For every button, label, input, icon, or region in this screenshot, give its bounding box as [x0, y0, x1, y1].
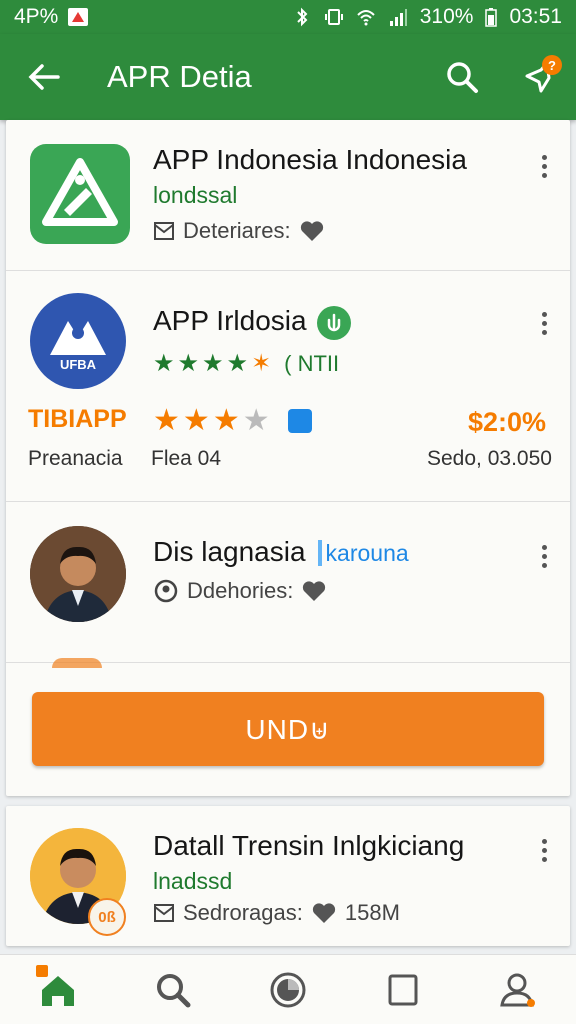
- nav-profile[interactable]: [461, 955, 576, 1024]
- mail-icon: [154, 904, 174, 922]
- item-title-text: APP Irldosia: [153, 305, 307, 336]
- item-title: APP Indonesia Indonesia: [153, 144, 467, 175]
- person-photo-icon: [30, 526, 126, 622]
- rating-stars: ★ ★ ★ ★ ✶ ( NTII: [153, 349, 339, 378]
- app-icon: [30, 144, 130, 244]
- arrow-left-icon: [28, 64, 60, 90]
- search-icon: [447, 62, 478, 93]
- item-subtitle: lnadssd: [153, 868, 233, 894]
- star-icon: ★: [153, 350, 175, 377]
- right-caption: Sedo, 03.050: [427, 447, 552, 470]
- price-label: $2:0%: [468, 407, 547, 437]
- back-button[interactable]: [14, 47, 74, 107]
- item-subtitle: londssal: [153, 182, 238, 208]
- brand-label: TIBIAPP: [28, 405, 127, 433]
- list-item[interactable]: Dis lagnasia karouna Ddehories:: [6, 502, 570, 662]
- search-button[interactable]: [432, 47, 492, 107]
- item-meta-label: Ddehories:: [187, 578, 294, 603]
- star-icon: ★: [212, 404, 240, 437]
- nav-activity[interactable]: [230, 955, 345, 1024]
- list-item[interactable]: UFBA APP Irldosia ★ ★ ★ ★ ✶ ( NTII TIBIA…: [6, 271, 570, 501]
- more-options-button[interactable]: [529, 303, 559, 343]
- list-item[interactable]: APP Indonesia Indonesia londssal Deteria…: [6, 120, 570, 270]
- half-star-icon: ✶: [251, 350, 272, 377]
- mid-caption: Flea 04: [151, 447, 222, 470]
- bottom-navigation: [0, 954, 576, 1024]
- partial-thumbnail: [52, 658, 102, 668]
- square-icon: [388, 974, 418, 1005]
- item-meta: Ddehories:: [153, 578, 327, 604]
- item-meta-label: Deteriares:: [183, 218, 291, 243]
- profile-icon: [500, 973, 536, 1007]
- star-icon: ★: [226, 350, 249, 377]
- left-caption: Preanacia: [28, 447, 123, 470]
- item-meta-label: Sedroragas:: [183, 900, 303, 925]
- nav-home[interactable]: [0, 955, 115, 1024]
- nav-search[interactable]: [115, 955, 230, 1024]
- warning-triangle-icon: [42, 158, 118, 226]
- app-logo: UFBA: [30, 293, 126, 389]
- nav-home-badge: [36, 965, 48, 977]
- vibrate-icon: [324, 9, 343, 25]
- avatar: [30, 526, 126, 622]
- heart-icon[interactable]: [301, 579, 327, 603]
- status-bar-left: 4P%: [14, 5, 89, 29]
- notifications-button[interactable]: ?: [510, 47, 570, 107]
- app-bar: APR Detia ?: [0, 34, 576, 120]
- item-title: Datall Trensin Inlgkiciang: [153, 830, 465, 861]
- heart-icon[interactable]: [311, 901, 337, 925]
- star-icon: ★: [177, 350, 200, 377]
- search-icon: [156, 973, 191, 1007]
- list-item-card[interactable]: 0ß Datall Trensin Inlgkiciang lnadssd Se…: [6, 806, 570, 946]
- clock: 03:51: [509, 5, 562, 28]
- logo-text: UFBA: [59, 357, 97, 372]
- status-left-text: 4P%: [14, 5, 59, 28]
- bluetooth-icon: [297, 7, 308, 27]
- rating-label: ( NTII: [284, 350, 340, 376]
- nav-pages[interactable]: [346, 955, 461, 1024]
- item-title-text: Dis lagnasia: [153, 536, 306, 567]
- mail-icon: [154, 222, 174, 240]
- item-title: Dis lagnasia karouna: [153, 536, 409, 568]
- page-title: APR Detia: [107, 59, 252, 94]
- star-icon: ★: [182, 404, 210, 437]
- alert-icon: [68, 8, 89, 26]
- more-options-button[interactable]: [529, 146, 559, 186]
- item-meta: Sedroragas: 158M: [153, 900, 400, 926]
- verified-badge-icon: [316, 305, 351, 340]
- battery-icon: [485, 8, 498, 27]
- location-icon: [154, 579, 178, 603]
- empty-star-icon: ★: [242, 404, 270, 437]
- star-icon: ★: [202, 350, 224, 377]
- signal-icon: [389, 9, 407, 26]
- avatar-badge: 0ß: [88, 898, 126, 936]
- mountain-logo-icon: [50, 321, 106, 355]
- battery-percent: 310%: [419, 5, 474, 28]
- more-options-button[interactable]: [529, 830, 559, 870]
- status-bar-right: 310% 03:51: [292, 5, 562, 29]
- star-icon: ★: [153, 404, 180, 437]
- circle-icon: [270, 972, 306, 1007]
- wifi-icon: [357, 10, 375, 26]
- notification-badge: ?: [542, 55, 562, 75]
- primary-action-button[interactable]: UND⊎: [32, 692, 544, 766]
- item-tag[interactable]: karouna: [317, 540, 409, 566]
- secondary-rating-stars: ★ ★ ★ ★: [153, 403, 270, 438]
- heart-icon[interactable]: [299, 219, 325, 243]
- app-chip-icon: [288, 409, 312, 433]
- status-bar: 4P% 310% 03:51: [0, 0, 576, 34]
- item-meta-value: 158M: [344, 900, 400, 925]
- more-options-button[interactable]: [529, 536, 559, 576]
- app-list-card: APP Indonesia Indonesia londssal Deteria…: [6, 120, 570, 796]
- item-title: APP Irldosia: [153, 305, 351, 340]
- item-meta: Deteriares:: [153, 218, 325, 244]
